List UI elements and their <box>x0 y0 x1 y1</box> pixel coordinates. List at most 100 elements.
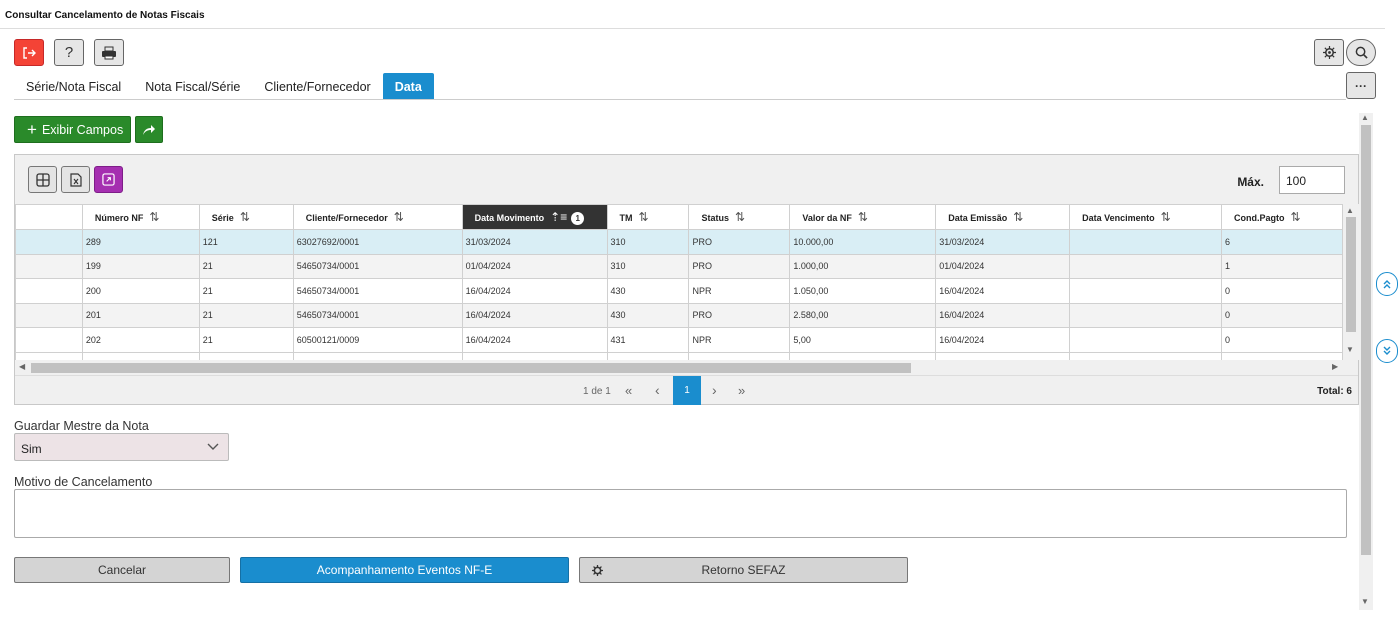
col-cond-pagto[interactable]: Cond.Pagto ⇅ <box>1220 204 1343 230</box>
double-chevron-down-icon <box>1383 346 1391 355</box>
total-count: Total: 6 <box>1317 386 1352 397</box>
table-cell: 1 <box>1220 253 1343 279</box>
col-tm[interactable]: TM ⇅ <box>606 204 690 230</box>
help-button[interactable]: ? <box>54 39 84 66</box>
cancel-button[interactable]: Cancelar <box>14 557 230 583</box>
table-cell: 200 <box>81 278 200 304</box>
table-cell: 54650734/0001 <box>292 278 463 304</box>
search-icon <box>1355 46 1368 59</box>
vscroll-thumb[interactable] <box>1346 217 1356 332</box>
col-data-vencimento[interactable]: Data Vencimento ⇅ <box>1069 204 1222 230</box>
expand-button[interactable] <box>94 166 123 193</box>
table-cell: 54650734/0001 <box>292 302 463 328</box>
table-cell: 16/04/2024 <box>935 278 1071 304</box>
events-nfe-button[interactable]: Acompanhamento Eventos NF-E <box>240 557 569 583</box>
show-fields-label: Exibir Campos <box>41 122 124 137</box>
gear-icon <box>1322 46 1336 59</box>
table-cell: 289 <box>81 229 200 255</box>
row-selector[interactable] <box>15 327 83 353</box>
tab-cliente-fornecedor[interactable]: Cliente/Fornecedor <box>252 73 382 99</box>
table-row[interactable]: 202 21 60500121/0009 16/04/2024 431 NPR 5,00 16… <box>15 327 1343 353</box>
table-cell: 31/03/2024 <box>461 229 608 255</box>
pagination: 1 de 1 « ‹ 1 › » Total: 6 <box>15 375 1358 405</box>
share-arrow-icon <box>143 124 155 135</box>
settings-button[interactable] <box>1314 39 1344 66</box>
scroll-top-button[interactable] <box>1376 272 1398 296</box>
col-status[interactable]: Status ⇅ <box>688 204 791 230</box>
table-cell: 5,00 <box>789 327 937 353</box>
export-excel-button[interactable] <box>61 166 90 193</box>
scroll-bottom-button[interactable] <box>1376 339 1398 363</box>
row-selector[interactable] <box>15 278 83 304</box>
printer-icon <box>102 46 116 59</box>
search-button[interactable] <box>1346 39 1376 66</box>
col-valor-nf[interactable]: Valor da NF ⇅ <box>789 204 937 230</box>
next-page-button[interactable]: › <box>712 382 717 398</box>
table-cell: 16/04/2024 <box>461 302 608 328</box>
tab-data[interactable]: Data <box>382 73 434 99</box>
prev-page-button[interactable]: ‹ <box>655 382 660 398</box>
col-numero-nf[interactable]: Número NF ⇅ <box>81 204 200 230</box>
table-header-row: Número NF ⇅ Série ⇅ Cliente/Fornecedor ⇅ Da… <box>15 204 1343 230</box>
table-cell: 16/04/2024 <box>461 327 608 353</box>
show-fields-button[interactable]: + Exibir Campos <box>14 116 131 143</box>
table-vertical-scrollbar[interactable]: ▲ ▼ <box>1343 204 1359 360</box>
sort-icon: ⇅ <box>149 210 160 224</box>
exit-icon <box>23 46 36 59</box>
table-cell: NPR <box>688 327 791 353</box>
page-scroll-thumb[interactable] <box>1361 125 1371 555</box>
table-row[interactable]: 201 21 54650734/0001 16/04/2024 430 PRO 2.580,… <box>15 302 1343 328</box>
tab-nota-serie[interactable]: Nota Fiscal/Série <box>133 73 252 99</box>
page-1-button[interactable]: 1 <box>673 376 701 405</box>
sefaz-return-button[interactable]: Retorno SEFAZ <box>579 557 908 583</box>
table-cell: 16/04/2024 <box>935 302 1071 328</box>
tab-serie-nota[interactable]: Série/Nota Fiscal <box>14 73 133 99</box>
guardar-mestre-select[interactable]: Sim <box>14 433 229 461</box>
table-cell <box>1069 278 1222 304</box>
double-chevron-up-icon <box>1383 280 1391 289</box>
col-serie[interactable]: Série ⇅ <box>198 204 294 230</box>
table-horizontal-scrollbar[interactable]: ◀ ▶ <box>15 360 1343 375</box>
max-rows-input[interactable]: 100 <box>1279 166 1345 194</box>
col-data-movimento[interactable]: Data Movimento ⇡≡ 1 <box>461 204 608 230</box>
data-grid-panel: Máx. 100 Número NF ⇅ Série ⇅ Cliente/Forne… <box>14 154 1359 405</box>
table-cell <box>1069 253 1222 279</box>
col-selector[interactable] <box>15 204 83 230</box>
table-cell: 1.000,00 <box>789 253 937 279</box>
table-row[interactable]: 199 21 54650734/0001 01/04/2024 310 PRO 1.000,… <box>15 253 1343 279</box>
sort-icon: ⇅ <box>1160 210 1171 224</box>
table-cell <box>1069 302 1222 328</box>
more-options-button[interactable]: ··· <box>1346 72 1376 99</box>
gear-icon <box>592 565 603 576</box>
table-cell: 0 <box>1220 302 1343 328</box>
share-button[interactable] <box>135 116 163 143</box>
table-cell <box>1069 327 1222 353</box>
sort-icon: ⇅ <box>1013 210 1024 224</box>
first-page-button[interactable]: « <box>625 383 632 398</box>
hscroll-thumb[interactable] <box>31 363 911 373</box>
columns-button[interactable] <box>28 166 57 193</box>
sort-icon: ⇅ <box>239 210 250 224</box>
sort-order-badge: 1 <box>571 211 585 225</box>
table-cell: 0 <box>1220 327 1343 353</box>
print-button[interactable] <box>94 39 124 66</box>
table-cell: 63027692/0001 <box>292 229 463 255</box>
results-table: Número NF ⇅ Série ⇅ Cliente/Fornecedor ⇅ Da… <box>15 204 1343 360</box>
table-row[interactable]: 200 21 54650734/0001 16/04/2024 430 NPR 1.050,… <box>15 278 1343 304</box>
col-data-emissao[interactable]: Data Emissão ⇅ <box>935 204 1071 230</box>
col-cliente-fornecedor[interactable]: Cliente/Fornecedor ⇅ <box>292 204 463 230</box>
table-cell: 0 <box>1220 278 1343 304</box>
row-selector[interactable] <box>15 302 83 328</box>
table-cell: 16/04/2024 <box>935 327 1071 353</box>
motivo-textarea[interactable] <box>14 489 1347 538</box>
row-selector[interactable] <box>15 229 83 255</box>
exit-button[interactable] <box>14 39 44 66</box>
table-row[interactable]: 289 121 63027692/0001 31/03/2024 310 PRO 10.00… <box>15 229 1343 255</box>
row-selector[interactable] <box>15 253 83 279</box>
guardar-label: Guardar Mestre da Nota <box>14 419 149 433</box>
table-cell: PRO <box>688 253 791 279</box>
page-scrollbar[interactable]: ▲ ▼ <box>1359 113 1373 610</box>
table-cell: 1.050,00 <box>789 278 937 304</box>
last-page-button[interactable]: » <box>738 383 745 398</box>
table-cell: 01/04/2024 <box>935 253 1071 279</box>
